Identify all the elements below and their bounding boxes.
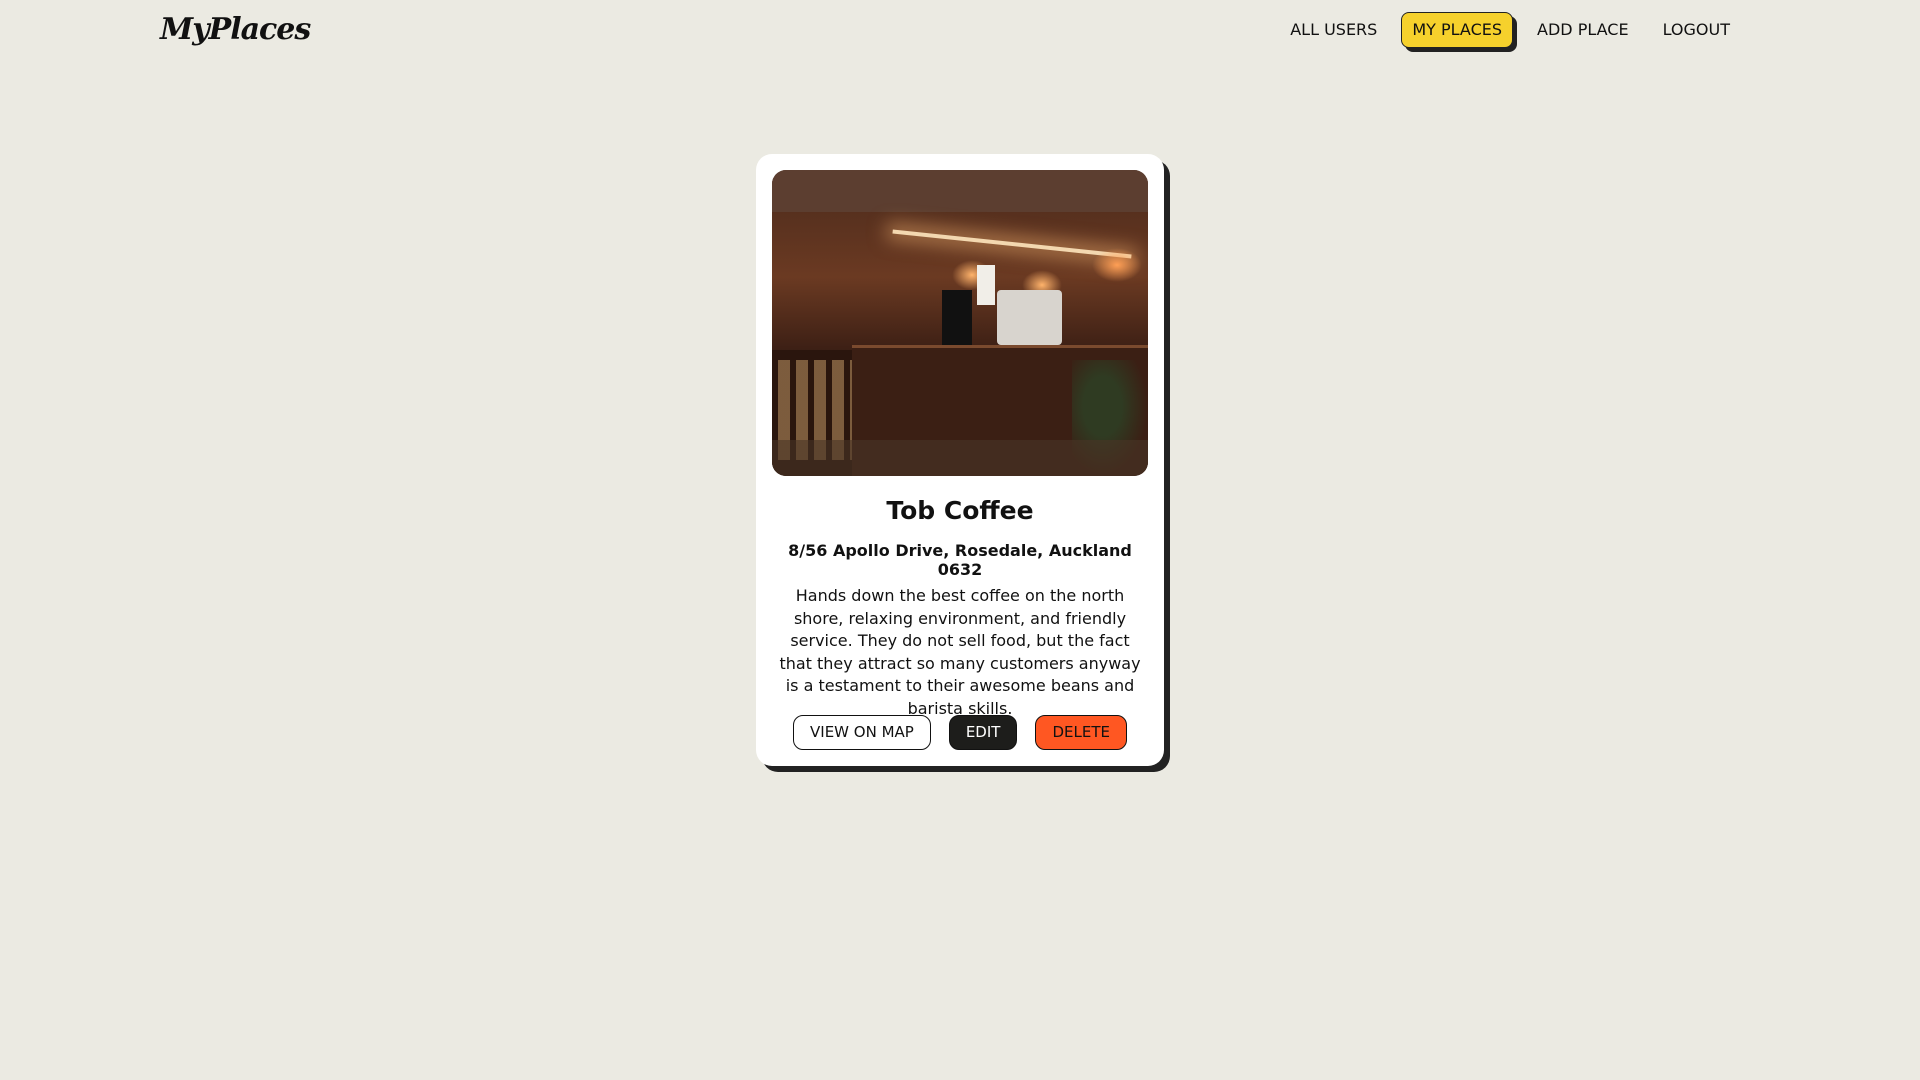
place-card: Tob Coffee 8/56 Apollo Drive, Rosedale, …: [756, 154, 1164, 766]
place-title: Tob Coffee: [886, 496, 1034, 525]
photo-light: [1092, 248, 1142, 282]
nav-my-places[interactable]: MY PLACES: [1401, 12, 1514, 48]
nav-all-users[interactable]: ALL USERS: [1280, 13, 1387, 47]
nav-add-place[interactable]: ADD PLACE: [1527, 13, 1639, 47]
photo-floor: [772, 440, 1148, 476]
place-image: [772, 170, 1148, 476]
place-actions: VIEW ON MAP EDIT DELETE: [756, 715, 1164, 750]
delete-button[interactable]: DELETE: [1035, 715, 1127, 750]
photo-espresso-machine: [997, 290, 1062, 345]
top-navbar: MyPlaces ALL USERS MY PLACES ADD PLACE L…: [0, 0, 1920, 70]
app-logo[interactable]: MyPlaces: [160, 12, 311, 47]
photo-grinder: [942, 290, 972, 345]
photo-ceiling: [772, 170, 1148, 212]
view-on-map-button[interactable]: VIEW ON MAP: [793, 715, 931, 750]
photo-cups: [977, 265, 995, 305]
place-address: 8/56 Apollo Drive, Rosedale, Auckland 06…: [788, 541, 1132, 579]
place-description: Hands down the best coffee on the north …: [779, 586, 1141, 718]
edit-button[interactable]: EDIT: [948, 715, 1018, 750]
main-nav: ALL USERS MY PLACES ADD PLACE LOGOUT: [1280, 12, 1740, 48]
nav-logout[interactable]: LOGOUT: [1653, 13, 1740, 47]
